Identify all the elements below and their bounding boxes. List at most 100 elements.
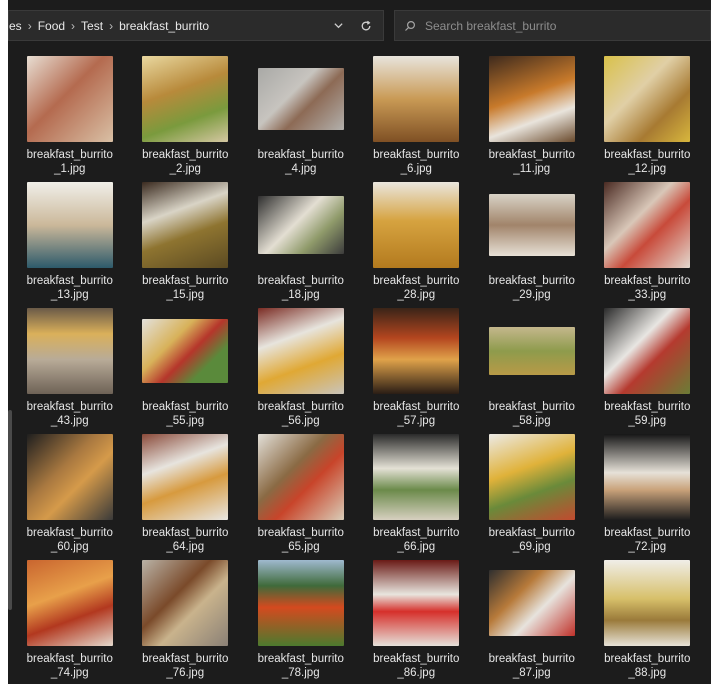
file-name-line-1: breakfast_burrito xyxy=(604,149,691,161)
file-thumbnail xyxy=(373,56,460,142)
file-name-line-1: breakfast_burrito xyxy=(257,401,344,413)
file-thumbnail xyxy=(488,560,575,646)
file-name-label: breakfast_burrito _88.jpg xyxy=(593,652,701,680)
breadcrumb-segment-current[interactable]: breakfast_burrito xyxy=(113,19,215,33)
file-name-line-2: _6.jpg xyxy=(400,163,432,175)
file-name-line-1: breakfast_burrito xyxy=(142,653,229,665)
file-thumbnail xyxy=(257,182,344,268)
file-name-line-1: breakfast_burrito xyxy=(142,401,229,413)
refresh-icon[interactable] xyxy=(355,15,377,37)
file-thumbnail xyxy=(488,182,575,268)
file-name-label: breakfast_burrito _72.jpg xyxy=(593,526,701,554)
food-photo-thumbnail xyxy=(257,434,344,520)
file-item[interactable]: breakfast_burrito _69.jpg xyxy=(474,428,590,554)
file-name-line-1: breakfast_burrito xyxy=(604,401,691,413)
file-name-label: breakfast_burrito _15.jpg xyxy=(131,274,239,302)
food-photo-thumbnail xyxy=(488,327,575,375)
file-name-line-1: breakfast_burrito xyxy=(604,275,691,287)
file-thumbnail xyxy=(142,308,229,394)
file-name-line-1: breakfast_burrito xyxy=(26,527,113,539)
file-item[interactable]: breakfast_burrito _11.jpg xyxy=(474,50,590,176)
file-name-line-1: breakfast_burrito xyxy=(373,401,460,413)
file-item[interactable]: breakfast_burrito _57.jpg xyxy=(359,302,475,428)
file-item[interactable]: breakfast_burrito _64.jpg xyxy=(128,428,244,554)
file-thumbnail xyxy=(373,182,460,268)
file-thumbnail xyxy=(488,308,575,394)
file-item[interactable]: breakfast_burrito _59.jpg xyxy=(590,302,706,428)
file-item[interactable]: breakfast_burrito _1.jpg xyxy=(12,50,128,176)
food-photo-thumbnail xyxy=(257,308,344,394)
file-name-label: breakfast_burrito _13.jpg xyxy=(16,274,124,302)
file-name-line-1: breakfast_burrito xyxy=(488,149,575,161)
file-item[interactable]: breakfast_burrito _18.jpg xyxy=(243,176,359,302)
file-item[interactable]: breakfast_burrito _28.jpg xyxy=(359,176,475,302)
file-item[interactable]: breakfast_burrito _56.jpg xyxy=(243,302,359,428)
file-item[interactable]: breakfast_burrito _65.jpg xyxy=(243,428,359,554)
file-name-line-2: _29.jpg xyxy=(512,289,551,301)
file-thumbnail xyxy=(488,434,575,520)
food-photo-thumbnail xyxy=(257,196,344,254)
file-name-line-2: _65.jpg xyxy=(281,541,320,553)
food-photo-thumbnail xyxy=(142,182,229,268)
file-item[interactable]: breakfast_burrito _60.jpg xyxy=(12,428,128,554)
file-item[interactable]: breakfast_burrito _43.jpg xyxy=(12,302,128,428)
file-item[interactable]: breakfast_burrito _6.jpg xyxy=(359,50,475,176)
file-item[interactable]: breakfast_burrito _15.jpg xyxy=(128,176,244,302)
file-name-line-1: breakfast_burrito xyxy=(488,401,575,413)
search-input[interactable] xyxy=(425,18,685,33)
file-name-label: breakfast_burrito _29.jpg xyxy=(478,274,586,302)
file-name-line-1: breakfast_burrito xyxy=(257,275,344,287)
file-name-line-2: _1.jpg xyxy=(54,163,86,175)
file-name-line-2: _60.jpg xyxy=(50,541,89,553)
file-item[interactable]: breakfast_burrito _74.jpg xyxy=(12,554,128,680)
chevron-down-icon[interactable] xyxy=(327,15,349,37)
file-item[interactable]: breakfast_burrito _66.jpg xyxy=(359,428,475,554)
file-thumbnail xyxy=(142,56,229,142)
file-thumbnail xyxy=(604,434,691,520)
search-icon xyxy=(395,20,425,32)
breadcrumb-segment-test[interactable]: Test xyxy=(75,19,109,33)
file-name-label: breakfast_burrito _55.jpg xyxy=(131,400,239,428)
file-item[interactable]: breakfast_burrito _76.jpg xyxy=(128,554,244,680)
file-name-line-2: _33.jpg xyxy=(628,289,667,301)
breadcrumb-segment-parent[interactable]: es xyxy=(9,19,28,33)
file-name-label: breakfast_burrito _65.jpg xyxy=(247,526,355,554)
food-photo-thumbnail xyxy=(373,56,460,142)
file-item[interactable]: breakfast_burrito _55.jpg xyxy=(128,302,244,428)
file-item[interactable]: breakfast_burrito _87.jpg xyxy=(474,554,590,680)
file-name-label: breakfast_burrito _60.jpg xyxy=(16,526,124,554)
file-item[interactable]: breakfast_burrito _78.jpg xyxy=(243,554,359,680)
file-grid: breakfast_burrito _1.jpg breakfast_burrito… xyxy=(12,50,705,680)
file-name-line-2: _78.jpg xyxy=(281,667,320,679)
file-item[interactable]: breakfast_burrito _86.jpg xyxy=(359,554,475,680)
file-thumbnail xyxy=(373,308,460,394)
file-name-label: breakfast_burrito _66.jpg xyxy=(362,526,470,554)
file-thumbnail xyxy=(26,434,113,520)
breadcrumb-segment-food[interactable]: Food xyxy=(32,19,71,33)
file-name-line-2: _11.jpg xyxy=(513,163,551,175)
file-item[interactable]: breakfast_burrito _33.jpg xyxy=(590,176,706,302)
file-name-label: breakfast_burrito _33.jpg xyxy=(593,274,701,302)
file-name-label: breakfast_burrito _57.jpg xyxy=(362,400,470,428)
file-item[interactable]: breakfast_burrito _29.jpg xyxy=(474,176,590,302)
food-photo-thumbnail xyxy=(488,434,575,520)
breadcrumb[interactable]: es › Food › Test › breakfast_burrito xyxy=(8,10,384,41)
file-name-line-1: breakfast_burrito xyxy=(373,149,460,161)
file-item[interactable]: breakfast_burrito _13.jpg xyxy=(12,176,128,302)
file-item[interactable]: breakfast_burrito _58.jpg xyxy=(474,302,590,428)
food-photo-thumbnail xyxy=(373,182,460,268)
file-item[interactable]: breakfast_burrito _88.jpg xyxy=(590,554,706,680)
file-name-line-2: _57.jpg xyxy=(397,415,436,427)
file-item[interactable]: breakfast_burrito _72.jpg xyxy=(590,428,706,554)
file-list-view: breakfast_burrito _1.jpg breakfast_burrito… xyxy=(8,50,711,684)
search-box[interactable] xyxy=(394,10,711,41)
address-bar-area: es › Food › Test › breakfast_burrito xyxy=(8,0,711,46)
file-item[interactable]: breakfast_burrito _2.jpg xyxy=(128,50,244,176)
file-name-line-2: _12.jpg xyxy=(628,163,667,175)
file-item[interactable]: breakfast_burrito _4.jpg xyxy=(243,50,359,176)
file-item[interactable]: breakfast_burrito _12.jpg xyxy=(590,50,706,176)
file-thumbnail xyxy=(257,560,344,646)
file-name-label: breakfast_burrito _74.jpg xyxy=(16,652,124,680)
food-photo-thumbnail xyxy=(26,56,113,142)
file-name-line-2: _86.jpg xyxy=(397,667,436,679)
